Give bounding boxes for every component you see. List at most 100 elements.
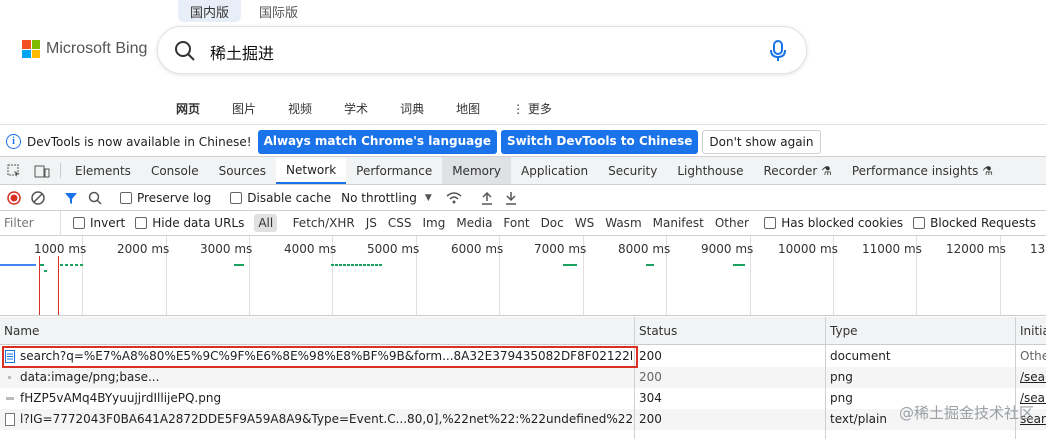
disable-cache-label: Disable cache bbox=[247, 190, 332, 205]
filter-type-media[interactable]: Media bbox=[452, 214, 496, 232]
table-row[interactable]: fHZP5vAMq4BYyuujjrdIllijePQ.png 304 png … bbox=[0, 388, 1046, 409]
request-type: png bbox=[830, 391, 853, 405]
disable-cache-checkbox[interactable]: Disable cache bbox=[230, 191, 331, 205]
filter-icon[interactable] bbox=[63, 190, 79, 206]
tab-security[interactable]: Security bbox=[598, 157, 667, 184]
table-row[interactable] bbox=[0, 430, 1046, 439]
microphone-icon[interactable] bbox=[768, 40, 788, 62]
inspect-element-icon[interactable] bbox=[0, 157, 28, 184]
preserve-log-checkbox[interactable]: Preserve log bbox=[120, 191, 211, 205]
devtools-infobar: i DevTools is now available in Chinese! … bbox=[0, 124, 1046, 158]
always-match-language-button[interactable]: Always match Chrome's language bbox=[257, 129, 497, 154]
tab-elements[interactable]: Elements bbox=[65, 157, 141, 184]
watermark: @稀土掘金技术社区 bbox=[898, 404, 1034, 422]
tab-performance-insights[interactable]: Performance insights ⚗ bbox=[842, 157, 1003, 184]
filter-type-css[interactable]: CSS bbox=[384, 214, 416, 232]
scope-web[interactable]: 网页 bbox=[176, 100, 200, 117]
tab-network[interactable]: Network bbox=[276, 157, 347, 184]
chevron-down-icon[interactable]: ▼ bbox=[425, 193, 432, 203]
column-header-status[interactable]: Status bbox=[639, 324, 677, 338]
column-header-type[interactable]: Type bbox=[830, 324, 858, 338]
tab-memory[interactable]: Memory bbox=[442, 157, 512, 184]
blocked-requests-checkbox[interactable]: Blocked Requests bbox=[913, 216, 1036, 230]
search-box[interactable]: 稀土掘进 bbox=[157, 26, 807, 74]
request-initiator[interactable]: /sear bbox=[1020, 370, 1046, 384]
search-input[interactable]: 稀土掘进 bbox=[210, 40, 274, 64]
tick-label: 10000 ms bbox=[778, 242, 838, 256]
more-dots-icon: ⋮ bbox=[512, 102, 525, 116]
filter-type-all[interactable]: All bbox=[254, 214, 278, 232]
logo-text: Microsoft Bing bbox=[46, 40, 148, 57]
devtools-tabbar: Elements Console Sources Network Perform… bbox=[0, 156, 1046, 185]
scope-maps[interactable]: 地图 bbox=[456, 100, 480, 117]
request-bar bbox=[331, 264, 383, 266]
network-request-table: Name Status Type Initia search?q=%E7%A8%… bbox=[0, 317, 1046, 439]
request-bar bbox=[234, 264, 244, 266]
import-har-icon[interactable] bbox=[479, 190, 495, 206]
tab-sources[interactable]: Sources bbox=[209, 157, 276, 184]
search-icon[interactable] bbox=[87, 190, 103, 206]
tick-label: 5000 ms bbox=[367, 242, 420, 256]
record-icon[interactable] bbox=[6, 190, 22, 206]
filter-type-img[interactable]: Img bbox=[419, 214, 450, 232]
filter-input[interactable]: Filter bbox=[0, 210, 61, 236]
clear-icon[interactable] bbox=[30, 190, 46, 206]
tick-label: 6000 ms bbox=[451, 242, 504, 256]
region-tab-cn[interactable]: 国内版 bbox=[178, 0, 242, 22]
load-event-marker bbox=[39, 256, 40, 315]
filter-type-manifest[interactable]: Manifest bbox=[649, 214, 708, 232]
checkbox-box[interactable] bbox=[72, 217, 85, 229]
infobar-text: DevTools is now available in Chinese! bbox=[27, 134, 252, 149]
column-header-name[interactable]: Name bbox=[4, 324, 39, 338]
request-status: 200 bbox=[639, 349, 662, 363]
network-overview[interactable]: 1000 ms 2000 ms 3000 ms 4000 ms 5000 ms … bbox=[0, 236, 1046, 316]
device-toolbar-icon[interactable] bbox=[28, 157, 56, 184]
tick-label: 11000 ms bbox=[862, 242, 922, 256]
filter-type-ws[interactable]: WS bbox=[571, 214, 598, 232]
column-divider[interactable] bbox=[634, 317, 635, 439]
scope-videos[interactable]: 视频 bbox=[288, 100, 312, 117]
scope-more[interactable]: ⋮ 更多 bbox=[512, 100, 552, 117]
hide-data-urls-label: Hide data URLs bbox=[152, 216, 245, 230]
network-conditions-icon[interactable] bbox=[446, 190, 462, 206]
blocked-requests-label: Blocked Requests bbox=[930, 216, 1036, 230]
filter-type-js[interactable]: JS bbox=[362, 214, 381, 232]
filter-type-doc[interactable]: Doc bbox=[537, 214, 568, 232]
invert-checkbox[interactable]: Invert bbox=[72, 216, 125, 230]
tick-label: 3000 ms bbox=[200, 242, 253, 256]
request-name: fHZP5vAMq4BYyuujjrdIllijePQ.png bbox=[20, 391, 222, 405]
filter-type-fetch-xhr[interactable]: Fetch/XHR bbox=[289, 214, 359, 232]
tick-label: 9000 ms bbox=[701, 242, 754, 256]
switch-to-chinese-button[interactable]: Switch DevTools to Chinese bbox=[500, 129, 699, 154]
scope-academic[interactable]: 学术 bbox=[344, 100, 368, 117]
column-header-initiator[interactable]: Initia bbox=[1020, 324, 1046, 338]
checkbox-box[interactable] bbox=[120, 191, 132, 204]
checkbox-box[interactable] bbox=[764, 217, 777, 229]
tab-performance[interactable]: Performance bbox=[346, 157, 442, 184]
hide-data-urls-checkbox[interactable]: Hide data URLs bbox=[135, 216, 244, 230]
scope-dictionary[interactable]: 词典 bbox=[400, 100, 424, 117]
filter-type-other[interactable]: Other bbox=[711, 214, 753, 232]
checkbox-box[interactable] bbox=[230, 191, 243, 204]
table-row[interactable]: l?IG=7772043F0BA641A2872DDE5F9A59A8A9&Ty… bbox=[0, 409, 1046, 430]
filter-type-wasm[interactable]: Wasm bbox=[601, 214, 645, 232]
tab-console[interactable]: Console bbox=[141, 157, 209, 184]
checkbox-box[interactable] bbox=[913, 217, 926, 229]
column-divider[interactable] bbox=[825, 317, 826, 439]
scope-images[interactable]: 图片 bbox=[232, 100, 256, 117]
tab-application[interactable]: Application bbox=[511, 157, 598, 184]
region-tab-intl[interactable]: 国际版 bbox=[247, 0, 310, 22]
checkbox-box[interactable] bbox=[135, 217, 148, 229]
dont-show-again-button[interactable]: Don't show again bbox=[702, 129, 821, 154]
search-icon[interactable] bbox=[174, 40, 196, 62]
table-row[interactable]: data:image/png;base... 200 png /sear bbox=[0, 367, 1046, 388]
blocked-cookies-checkbox[interactable]: Has blocked cookies bbox=[764, 216, 903, 230]
tab-recorder[interactable]: Recorder ⚗ bbox=[754, 157, 842, 184]
export-har-icon[interactable] bbox=[503, 190, 519, 206]
file-icon bbox=[5, 413, 15, 426]
bing-logo[interactable]: Microsoft Bing bbox=[22, 40, 147, 58]
tab-lighthouse[interactable]: Lighthouse bbox=[667, 157, 753, 184]
throttling-select[interactable]: No throttling bbox=[341, 191, 417, 205]
request-bar bbox=[733, 264, 745, 266]
filter-type-font[interactable]: Font bbox=[499, 214, 533, 232]
